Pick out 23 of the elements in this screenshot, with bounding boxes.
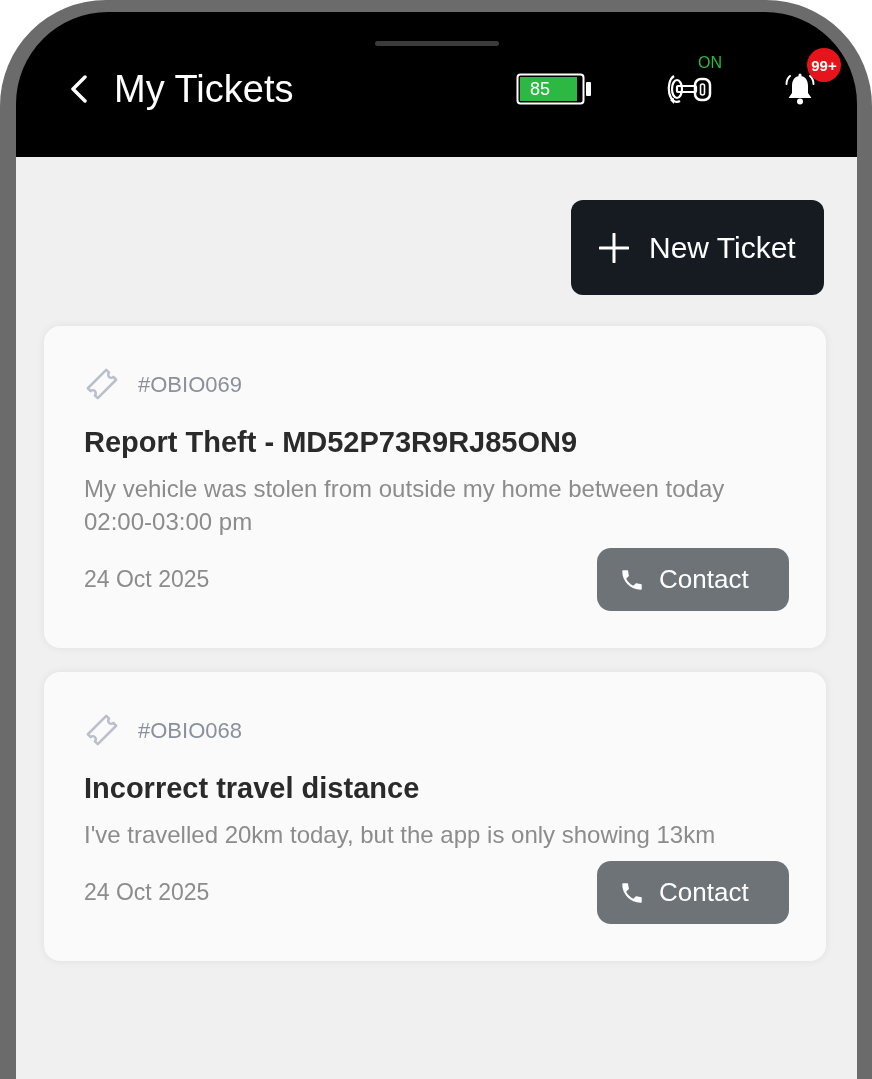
ticket-icon [84, 712, 120, 748]
ticket-title: Incorrect travel distance [84, 771, 421, 806]
ticket-date: 24 Oct 2025 [84, 565, 210, 595]
ignition-status: ON [698, 55, 722, 71]
bell-icon[interactable] [785, 72, 815, 106]
ticket-card[interactable]: #OBIO069 Report Theft - MD52P73R9RJ85ON9 My vehicle was stolen from outside my home between today 02:00-03:00 pm 24 Oct 2025 Contact [44, 326, 826, 648]
battery-percentage: 85 [530, 79, 551, 99]
ticket-description: I've travelled 20km today, but the app is only showing 13km [84, 820, 717, 850]
ticket-id: #OBIO068 [138, 716, 242, 745]
page-title: My Tickets [114, 70, 294, 108]
ticket-date: 24 Oct 2025 [84, 878, 210, 908]
battery-icon [516, 73, 591, 105]
ticket-id: #OBIO069 [138, 370, 242, 399]
back-icon[interactable] [68, 75, 88, 103]
new-ticket-button[interactable]: New Ticket [571, 200, 824, 295]
plus-icon [599, 232, 629, 263]
contact-button[interactable]: Contact [597, 861, 789, 924]
ticket-description: My vehicle was stolen from outside my home between today 02:00-03:00 pm [84, 474, 726, 537]
ticket-icon [84, 366, 120, 402]
ticket-card[interactable]: #OBIO068 Incorrect travel distance I've travelled 20km today, but the app is only showing 13km 24 Oct 2025 Contact [44, 672, 826, 961]
notification-badge: 99+ [807, 48, 841, 82]
contact-button[interactable]: Contact [597, 548, 789, 611]
ticket-title: Report Theft - MD52P73R9RJ85ON9 [84, 425, 579, 460]
